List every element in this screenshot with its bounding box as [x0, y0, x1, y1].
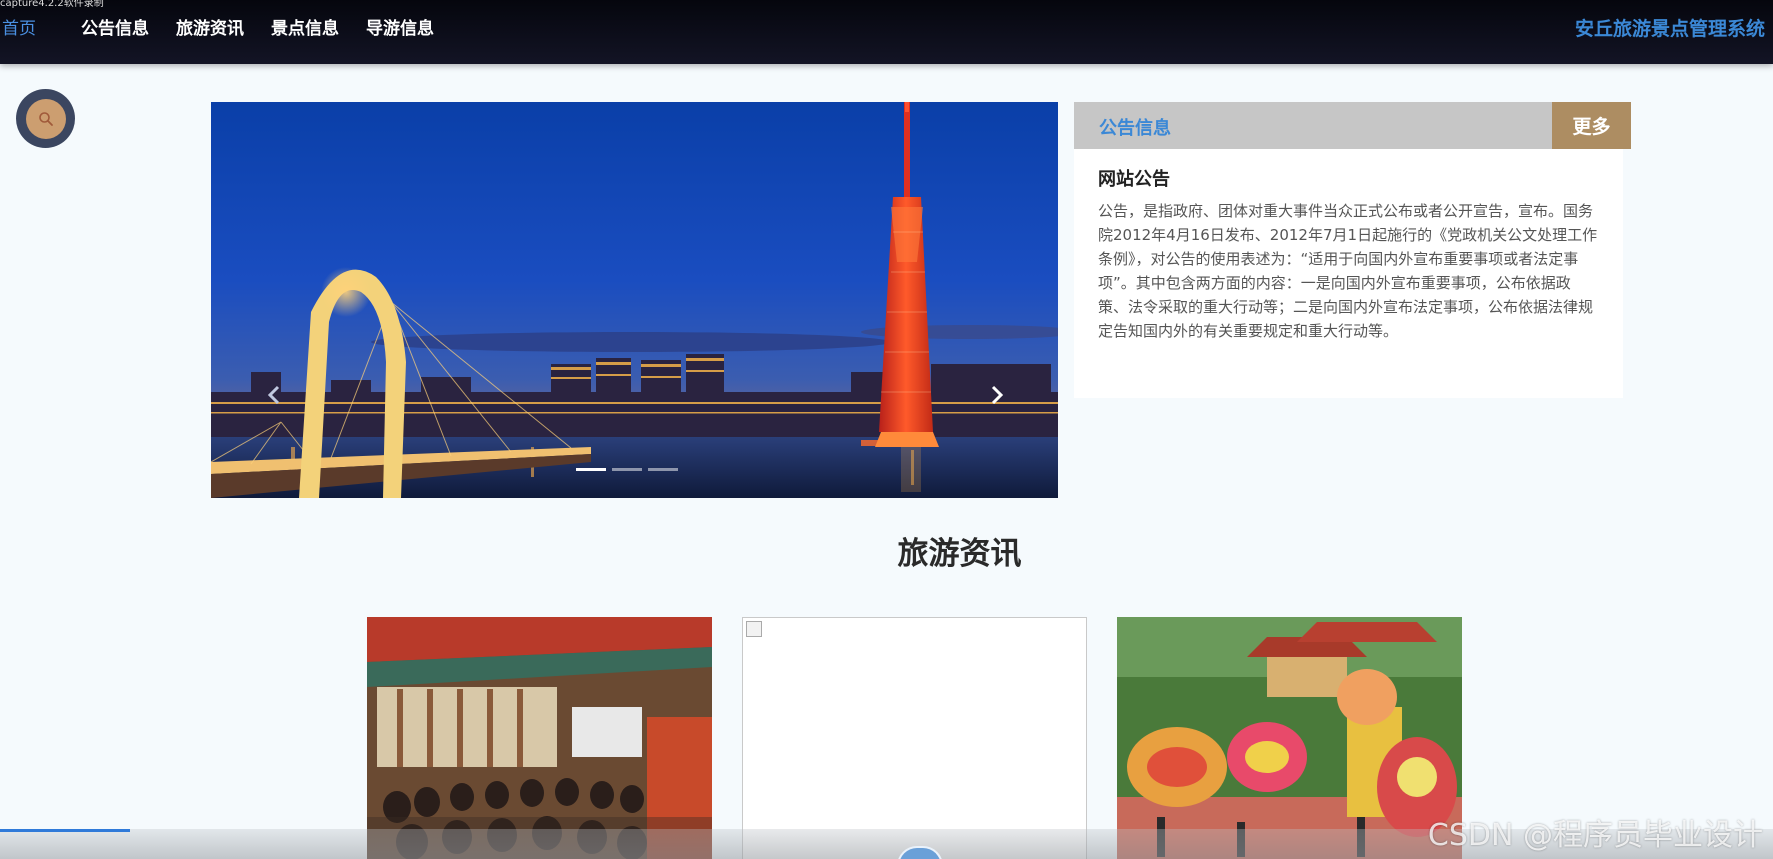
carousel-next-button[interactable] [990, 384, 1004, 410]
news-card[interactable] [367, 617, 712, 859]
nav-travel-news[interactable]: 旅游资讯 [176, 14, 244, 39]
site-title: 安丘旅游景点管理系统 [1574, 18, 1765, 40]
carousel-image-city-night [211, 102, 1058, 498]
section-title: 旅游资讯 [0, 528, 1773, 573]
more-button[interactable]: 更多 [1552, 102, 1631, 149]
nav-guides[interactable]: 导游信息 [366, 14, 434, 39]
chevron-left-icon [267, 385, 280, 405]
search-icon [25, 98, 66, 139]
image-carousel[interactable] [211, 102, 1058, 498]
news-card[interactable] [1117, 617, 1462, 859]
carousel-indicators [576, 468, 678, 471]
chevron-right-icon [991, 385, 1004, 405]
nav-notices[interactable]: 公告信息 [81, 14, 149, 39]
capture-label: capture4.2.2软件录制 [0, 0, 104, 9]
nav-home[interactable]: 首页 [2, 14, 36, 39]
notice-text: 公告，是指政府、团体对重大事件当众正式公布或者公开宣告，宣布。国务院2012年4… [1098, 202, 1598, 340]
lecture-hall-photo [367, 617, 712, 859]
notice-title[interactable]: 网站公告 [1098, 165, 1170, 191]
nav-attractions[interactable]: 景点信息 [271, 14, 339, 39]
carousel-indicator[interactable] [576, 468, 606, 471]
carousel-prev-button[interactable] [267, 384, 281, 410]
notice-panel: 公告信息 更多 网站公告 公告，是指政府、团体对重大事件当众正式公布或者公开宣告… [1074, 102, 1631, 398]
section-title-text: 旅游资讯 [897, 536, 1022, 572]
playback-progress[interactable] [0, 829, 130, 832]
broken-image-icon [746, 621, 762, 637]
news-card[interactable] [742, 617, 1087, 859]
notice-header: 公告信息 更多 [1074, 102, 1631, 149]
watermark: CSDN @程序员毕业设计 [1427, 818, 1763, 853]
carousel-indicator[interactable] [612, 468, 642, 471]
search-button[interactable] [16, 89, 75, 148]
top-navbar: 首页 公告信息 旅游资讯 景点信息 导游信息 安丘旅游景点管理系统 [0, 0, 1773, 64]
carousel-indicator[interactable] [648, 468, 678, 471]
notice-header-title: 公告信息 [1099, 118, 1171, 139]
lion-dance-photo [1117, 617, 1462, 859]
notice-body: 网站公告 公告，是指政府、团体对重大事件当众正式公布或者公开宣告，宣布。国务院2… [1074, 149, 1623, 398]
